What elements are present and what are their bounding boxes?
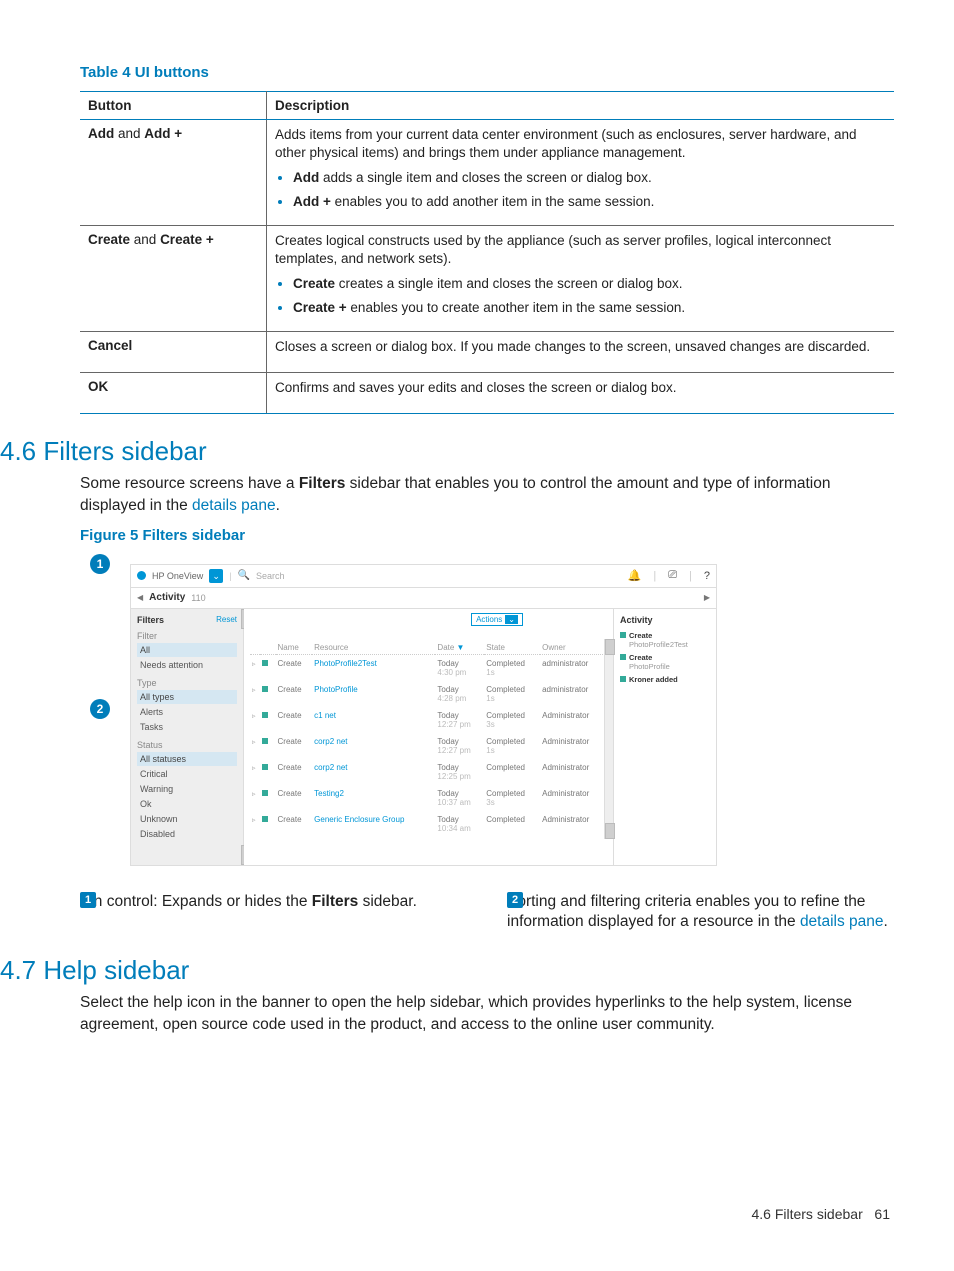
filter-option[interactable]: Tasks xyxy=(137,720,237,734)
filter-option[interactable]: All xyxy=(137,643,237,657)
grid-header[interactable] xyxy=(260,641,276,655)
legend-marker-1: 1 xyxy=(80,892,96,908)
filter-option[interactable]: Alerts xyxy=(137,705,237,719)
side-title: Activity xyxy=(620,615,710,625)
help-icon[interactable]: ? xyxy=(704,570,710,582)
session-icon[interactable]: ⎚ xyxy=(668,569,677,582)
filter-option[interactable]: Critical xyxy=(137,767,237,781)
description-cell: Confirms and saves your edits and closes… xyxy=(267,372,895,413)
th-description: Description xyxy=(267,92,895,120)
figure-5: 1 2 HP OneView ⌄ | 🔍 Search 🔔 | ⎚ | ? xyxy=(90,554,720,874)
grid-header[interactable]: Resource xyxy=(312,641,435,655)
actions-button[interactable]: Actions⌄ xyxy=(471,613,523,626)
button-cell: Create and Create + xyxy=(80,225,267,331)
scroll-thumb-top[interactable] xyxy=(605,639,615,655)
side-item[interactable]: Kroner added xyxy=(620,675,710,684)
table-row[interactable]: ▹CreatePhotoProfile2TestToday4:30 pmComp… xyxy=(250,654,607,681)
filter-option[interactable]: Needs attention xyxy=(137,658,237,672)
filters-sidebar: Filters Reset Filter AllNeeds attention T… xyxy=(131,609,244,865)
activity-side-pane: Activity CreatePhotoProfile2Test CreatePh… xyxy=(613,609,716,865)
callout-1: 1 xyxy=(90,554,110,574)
description-cell: Creates logical constructs used by the a… xyxy=(267,225,895,331)
filter-option[interactable]: Warning xyxy=(137,782,237,796)
description-cell: Closes a screen or dialog box. If you ma… xyxy=(267,331,895,372)
reset-link[interactable]: Reset xyxy=(216,615,237,625)
grid-header[interactable]: Owner xyxy=(540,641,607,655)
legend-2-text: Sorting and filtering criteria enables y… xyxy=(507,892,894,934)
table-row[interactable]: ▹Createcorp2 netToday12:25 pmCompletedAd… xyxy=(250,759,607,785)
grid-header[interactable]: State xyxy=(484,641,540,655)
grid-header[interactable]: Name xyxy=(276,641,313,655)
button-cell: Add and Add + xyxy=(80,120,267,226)
grid-header[interactable]: Date ▼ xyxy=(435,641,484,655)
app-name: HP OneView xyxy=(152,571,203,581)
table-row[interactable]: ▹Createc1 netToday12:27 pmCompleted3sAdm… xyxy=(250,707,607,733)
filter-option[interactable]: All statuses xyxy=(137,752,237,766)
crumb-title: Activity xyxy=(149,592,185,603)
description-cell: Adds items from your current data center… xyxy=(267,120,895,226)
heading-4-6: 4.6 Filters sidebar xyxy=(0,436,894,467)
table-row[interactable]: ▹CreateGeneric Enclosure GroupToday10:34… xyxy=(250,811,607,837)
details-pane-link[interactable]: details pane xyxy=(192,497,276,514)
button-cell: Cancel xyxy=(80,331,267,372)
page-footer: 4.6 Filters sidebar 61 xyxy=(80,1206,894,1222)
main-pane: Actions⌄ NameResourceDate ▼StateOwner ▹C… xyxy=(244,609,613,865)
callout-2: 2 xyxy=(90,699,110,719)
filters-title: Filters xyxy=(137,615,164,625)
menu-chevron-icon[interactable]: ⌄ xyxy=(209,569,223,583)
button-cell: OK xyxy=(80,372,267,413)
table-caption: Table 4 UI buttons xyxy=(80,50,894,91)
table-row[interactable]: ▹CreateTesting2Today10:37 amCompleted3sA… xyxy=(250,785,607,811)
filter-option[interactable]: Disabled xyxy=(137,827,237,841)
heading-4-7: 4.7 Help sidebar xyxy=(0,955,894,986)
grid-header[interactable] xyxy=(250,641,260,655)
screenshot: HP OneView ⌄ | 🔍 Search 🔔 | ⎚ | ? ◀ Ac xyxy=(130,564,717,866)
side-item[interactable]: CreatePhotoProfile2Test xyxy=(620,631,710,649)
search-placeholder[interactable]: Search xyxy=(256,571,285,581)
scrollbar[interactable] xyxy=(604,639,613,839)
type-label: Type xyxy=(137,678,237,688)
search-icon[interactable]: 🔍 xyxy=(238,570,250,581)
filter-option[interactable]: Ok xyxy=(137,797,237,811)
details-pane-link-2[interactable]: details pane xyxy=(800,913,884,930)
side-item[interactable]: CreatePhotoProfile xyxy=(620,653,710,671)
filter-label: Filter xyxy=(137,631,237,641)
section-4-6-para: Some resource screens have a Filters sid… xyxy=(80,473,894,516)
crumb-count: 110 xyxy=(191,593,205,603)
legend-marker-2: 2 xyxy=(507,892,523,908)
activity-grid: NameResourceDate ▼StateOwner ▹CreatePhot… xyxy=(250,641,607,837)
table-row[interactable]: ▹Createcorp2 netToday12:27 pmCompleted1s… xyxy=(250,733,607,759)
filter-option[interactable]: Unknown xyxy=(137,812,237,826)
figure-caption: Figure 5 Filters sidebar xyxy=(80,527,894,544)
status-label: Status xyxy=(137,740,237,750)
hp-logo-icon xyxy=(137,571,146,580)
section-4-7-para: Select the help icon in the banner to op… xyxy=(80,992,894,1035)
pin-right-icon[interactable]: ▶ xyxy=(704,593,710,602)
figure-legend: 1 Pin control: Expands or hides the Filt… xyxy=(80,892,894,934)
scroll-thumb-bottom[interactable] xyxy=(605,823,615,839)
pin-left-icon[interactable]: ◀ xyxy=(137,593,143,602)
table-row[interactable]: ▹CreatePhotoProfileToday4:28 pmCompleted… xyxy=(250,681,607,707)
legend-1-text: Pin control: Expands or hides the Filter… xyxy=(80,892,467,934)
bell-icon[interactable]: 🔔 xyxy=(628,569,642,582)
ui-buttons-table: Button Description Add and Add +Adds ite… xyxy=(80,91,894,414)
th-button: Button xyxy=(80,92,267,120)
filter-option[interactable]: All types xyxy=(137,690,237,704)
